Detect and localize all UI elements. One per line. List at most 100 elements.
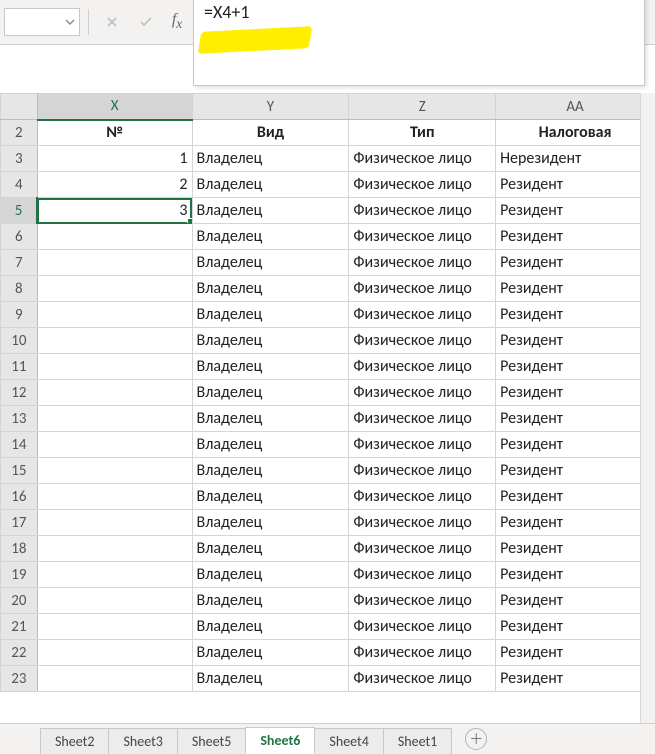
cell[interactable]: Физическое лицо	[349, 432, 496, 458]
row-header[interactable]: 4	[1, 172, 38, 198]
cell[interactable]	[37, 328, 192, 354]
cell[interactable]: Резидент	[496, 198, 655, 224]
cell[interactable]	[37, 510, 192, 536]
row-header[interactable]: 15	[1, 458, 38, 484]
row-header[interactable]: 16	[1, 484, 38, 510]
cell[interactable]: Резидент	[496, 406, 655, 432]
cell[interactable]: Физическое лицо	[349, 198, 496, 224]
cell[interactable]: Физическое лицо	[349, 250, 496, 276]
row-header[interactable]: 2	[1, 120, 38, 146]
cell[interactable]: Владелец	[192, 354, 349, 380]
cell[interactable]: Владелец	[192, 198, 349, 224]
cell[interactable]: 3	[37, 198, 192, 224]
row-header[interactable]: 7	[1, 250, 38, 276]
cell[interactable]: Владелец	[192, 666, 349, 692]
row-header[interactable]: 22	[1, 640, 38, 666]
cell[interactable]	[37, 250, 192, 276]
row-header[interactable]: 23	[1, 666, 38, 692]
row-header[interactable]: 17	[1, 510, 38, 536]
cell[interactable]: Владелец	[192, 146, 349, 172]
cell[interactable]: Физическое лицо	[349, 380, 496, 406]
cell[interactable]: Владелец	[192, 172, 349, 198]
cell[interactable]: Владелец	[192, 380, 349, 406]
cell[interactable]: Владелец	[192, 588, 349, 614]
cell[interactable]: Физическое лицо	[349, 406, 496, 432]
cell[interactable]: Владелец	[192, 276, 349, 302]
cell[interactable]: Резидент	[496, 302, 655, 328]
cell[interactable]: Физическое лицо	[349, 354, 496, 380]
cell[interactable]: Резидент	[496, 458, 655, 484]
row-header[interactable]: 11	[1, 354, 38, 380]
cell[interactable]	[37, 536, 192, 562]
sheet-tab[interactable]: Sheet5	[177, 728, 246, 754]
cell[interactable]: Резидент	[496, 536, 655, 562]
cell[interactable]	[37, 614, 192, 640]
cell[interactable]: Физическое лицо	[349, 614, 496, 640]
cell[interactable]: Резидент	[496, 432, 655, 458]
cell[interactable]: Резидент	[496, 666, 655, 692]
cell[interactable]: Владелец	[192, 406, 349, 432]
cell[interactable]: Владелец	[192, 562, 349, 588]
cell[interactable]: Физическое лицо	[349, 562, 496, 588]
column-header-X[interactable]: X	[37, 94, 192, 120]
vertical-scrollbar[interactable]	[640, 93, 655, 723]
cell[interactable]: Тип	[349, 120, 496, 146]
row-header[interactable]: 20	[1, 588, 38, 614]
cell[interactable]	[37, 354, 192, 380]
row-header[interactable]: 6	[1, 224, 38, 250]
sheet-tab[interactable]: Sheet4	[314, 728, 383, 754]
cell[interactable]: Резидент	[496, 380, 655, 406]
cell[interactable]: Владелец	[192, 432, 349, 458]
cell[interactable]	[37, 640, 192, 666]
name-box[interactable]	[4, 8, 80, 36]
cell[interactable]: Физическое лицо	[349, 536, 496, 562]
row-header[interactable]: 12	[1, 380, 38, 406]
column-header-Z[interactable]: Z	[349, 94, 496, 120]
cell[interactable]	[37, 666, 192, 692]
cell[interactable]: Владелец	[192, 614, 349, 640]
cell[interactable]: Резидент	[496, 250, 655, 276]
cell[interactable]: Вид	[192, 120, 349, 146]
cell[interactable]	[37, 588, 192, 614]
row-header[interactable]: 9	[1, 302, 38, 328]
cell[interactable]: Физическое лицо	[349, 172, 496, 198]
cell[interactable]: Налоговая	[496, 120, 655, 146]
cell[interactable]: Владелец	[192, 536, 349, 562]
cell[interactable]: Резидент	[496, 640, 655, 666]
row-header[interactable]: 14	[1, 432, 38, 458]
sheet-tab[interactable]: Sheet3	[108, 728, 177, 754]
cell[interactable]	[37, 562, 192, 588]
cancel-formula-button[interactable]	[97, 9, 127, 35]
cell[interactable]: Резидент	[496, 484, 655, 510]
cell[interactable]: Резидент	[496, 354, 655, 380]
cell[interactable]: Резидент	[496, 276, 655, 302]
cell[interactable]	[37, 406, 192, 432]
cell[interactable]: Резидент	[496, 328, 655, 354]
cell[interactable]	[37, 380, 192, 406]
select-all-corner[interactable]	[1, 94, 38, 120]
cell[interactable]	[37, 276, 192, 302]
cell[interactable]: Резидент	[496, 562, 655, 588]
cell[interactable]	[37, 432, 192, 458]
formula-input[interactable]: =X4+1	[193, 0, 645, 86]
cell[interactable]: Физическое лицо	[349, 588, 496, 614]
cell[interactable]: Резидент	[496, 224, 655, 250]
row-header[interactable]: 21	[1, 614, 38, 640]
cell[interactable]: Физическое лицо	[349, 276, 496, 302]
cell[interactable]	[37, 224, 192, 250]
cell[interactable]: Физическое лицо	[349, 302, 496, 328]
cell[interactable]: Нерезидент	[496, 146, 655, 172]
cell[interactable]	[37, 484, 192, 510]
cell[interactable]: Физическое лицо	[349, 146, 496, 172]
row-header[interactable]: 13	[1, 406, 38, 432]
cell[interactable]: №	[37, 120, 192, 146]
cell[interactable]: Резидент	[496, 172, 655, 198]
spreadsheet-grid[interactable]: X Y Z AA 2№ВидТипНалоговая31ВладелецФизи…	[0, 93, 655, 723]
row-header[interactable]: 3	[1, 146, 38, 172]
cell[interactable]: Физическое лицо	[349, 640, 496, 666]
cell[interactable]: Физическое лицо	[349, 328, 496, 354]
cell[interactable]: Физическое лицо	[349, 484, 496, 510]
cell[interactable]: Владелец	[192, 510, 349, 536]
sheet-tab[interactable]: Sheet2	[40, 728, 109, 754]
cell[interactable]: 1	[37, 146, 192, 172]
